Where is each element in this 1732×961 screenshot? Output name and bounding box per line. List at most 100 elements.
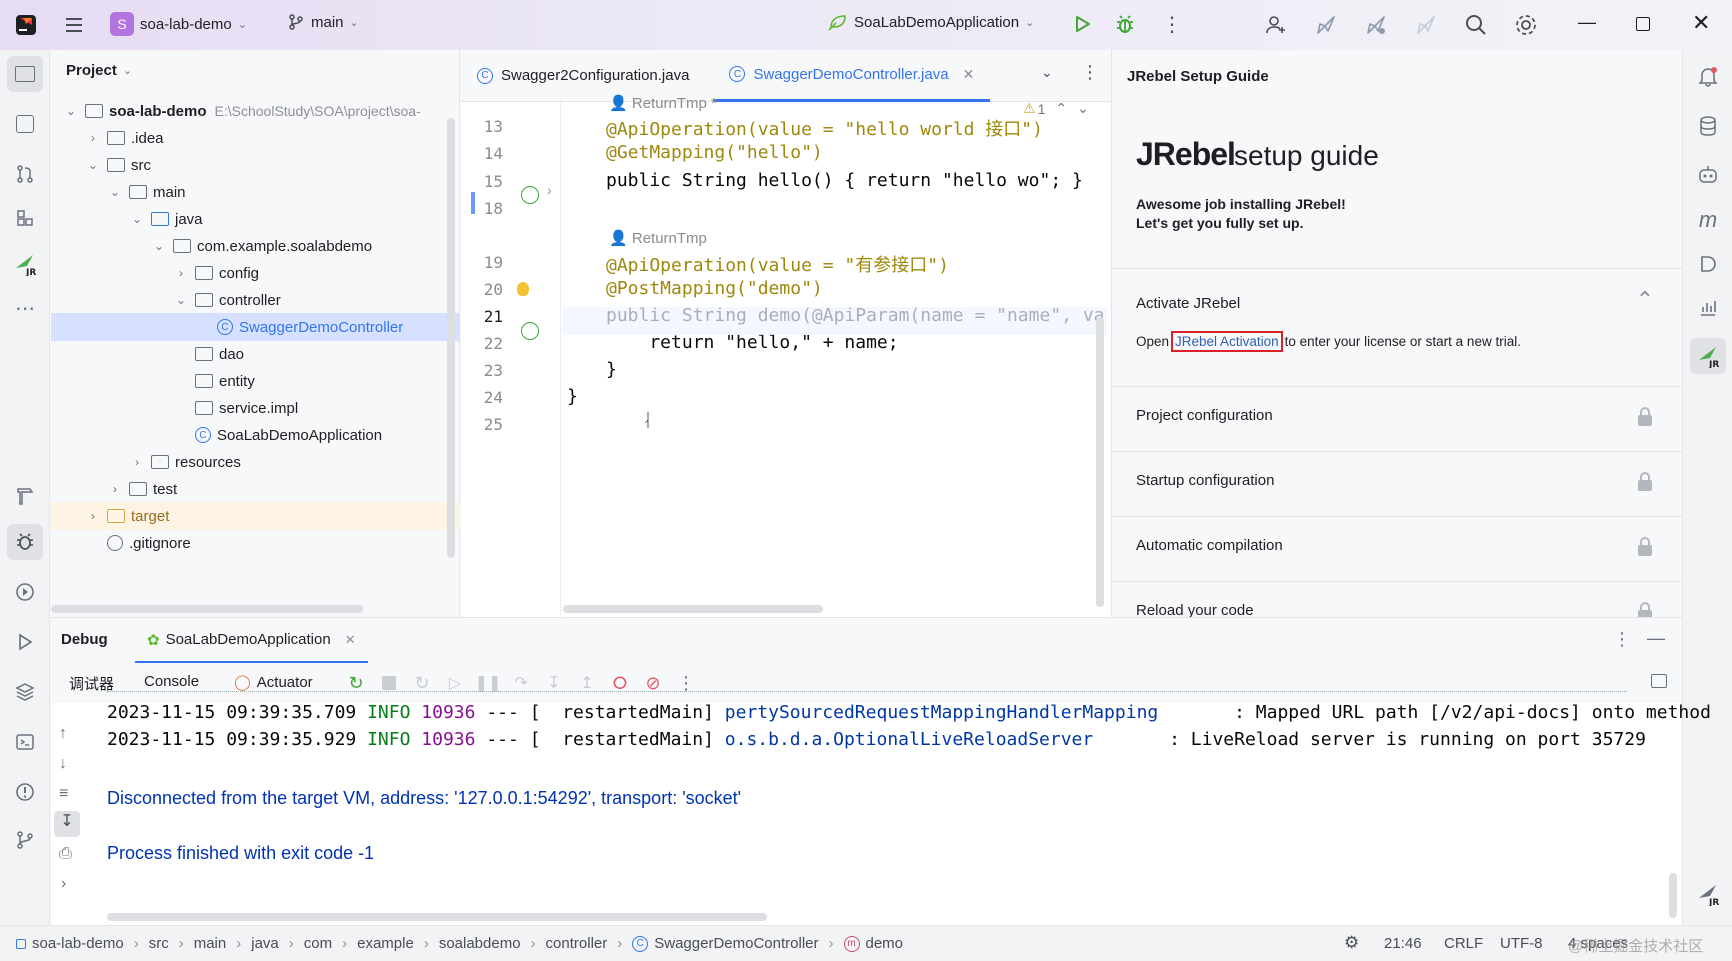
next-highlight-icon[interactable]: ⌄ [1077, 100, 1089, 117]
caret-position[interactable]: 21:46 [1384, 935, 1422, 952]
tree-item[interactable]: › test [51, 475, 460, 503]
web-endpoint-icon[interactable] [521, 186, 539, 204]
breadcrumb-item[interactable]: soa-lab-demo [16, 935, 124, 952]
print-icon[interactable]: ⎙ [59, 845, 72, 863]
chevron-right-icon[interactable]: › [173, 266, 189, 280]
console-horizontal-scrollbar[interactable] [107, 913, 767, 921]
scroll-to-end-icon[interactable]: ↧ [54, 811, 80, 837]
close-tab-icon[interactable]: ✕ [345, 632, 356, 648]
git-tool-button[interactable] [7, 822, 43, 858]
main-menu-icon[interactable] [62, 13, 86, 37]
chevron-down-icon[interactable]: ⌄ [107, 185, 123, 199]
code-line[interactable]: } [606, 359, 617, 380]
ai-status-icon[interactable]: ⚙ [1344, 933, 1359, 953]
coverage-button[interactable] [1690, 246, 1726, 282]
jrebel-debug-icon[interactable] [1364, 13, 1388, 37]
terminal-tool-button[interactable] [7, 724, 43, 760]
build-tool-button[interactable] [7, 478, 43, 514]
more-tools-button[interactable]: ⋯ [7, 290, 43, 326]
tree-item[interactable]: C SoaLabDemoApplication [51, 421, 460, 449]
run-icon[interactable] [1072, 14, 1092, 34]
chevron-right-icon[interactable]: › [107, 482, 123, 496]
startup-configuration-section[interactable]: Startup configuration [1112, 451, 1682, 516]
automatic-compilation-section[interactable]: Automatic compilation [1112, 516, 1682, 581]
breadcrumb-item[interactable]: java [251, 935, 279, 952]
ai-assistant-button[interactable] [1690, 156, 1726, 192]
problems-tool-button[interactable] [7, 774, 43, 810]
tree-horizontal-scrollbar[interactable] [51, 605, 363, 613]
subtab-actuator[interactable]: ◯ Actuator [234, 673, 313, 692]
breadcrumb-item[interactable]: com [304, 935, 332, 952]
collapse-chevron-icon[interactable]: ⌃ [1636, 287, 1654, 313]
branch-switcher[interactable]: main ⌄ [287, 13, 359, 31]
close-window-icon[interactable]: ✕ [1692, 10, 1710, 36]
expand-icon[interactable]: › [61, 875, 66, 893]
jrebel-activation-link[interactable]: JRebel Activation [1171, 331, 1283, 352]
chevron-down-icon[interactable]: ⌄ [129, 212, 145, 226]
search-icon[interactable] [1464, 13, 1488, 37]
breadcrumb-item[interactable]: src [149, 935, 169, 952]
services-tool-button[interactable] [7, 574, 43, 610]
subtab-console[interactable]: Console [144, 673, 199, 690]
tree-item[interactable]: ⌄ com.example.soalabdemo [51, 232, 460, 260]
chevron-down-icon[interactable]: ⌄ [85, 158, 101, 172]
console-output[interactable]: ↑ ↓ ≡ ↧ ⎙ › 2023-11-15 09:39:35.709 INFO… [51, 691, 1711, 925]
layers-tool-button[interactable] [7, 674, 43, 710]
previous-highlight-icon[interactable]: ⌃ [1055, 100, 1067, 117]
breadcrumb-item[interactable]: C SwaggerDemoController [632, 935, 819, 952]
commit-tool-button[interactable] [7, 106, 43, 142]
author-hint[interactable]: 👤 ReturnTmp [609, 229, 707, 247]
code-line[interactable]: @GetMapping("hello") [606, 142, 823, 163]
tree-item[interactable]: service.impl [51, 394, 460, 422]
settings-gear-icon[interactable] [1514, 13, 1538, 37]
tree-item[interactable]: ⌄ java [51, 205, 460, 233]
notifications-button[interactable] [1690, 58, 1726, 94]
debug-session-tab[interactable]: ✿ SoaLabDemoApplication ✕ [135, 618, 368, 664]
maximize-window-icon[interactable] [1636, 17, 1650, 31]
breadcrumb-item[interactable]: main [194, 935, 227, 952]
breadcrumb-item[interactable]: m demo [843, 935, 903, 952]
tabs-dropdown-icon[interactable]: ⌄ [1041, 64, 1053, 81]
soft-wrap-icon[interactable]: ≡ [59, 785, 68, 803]
code-line[interactable]: @ApiOperation(value = "hello world 接口") [606, 115, 1043, 141]
project-tool-button[interactable] [7, 56, 43, 92]
add-user-icon[interactable] [1264, 13, 1288, 37]
tree-item[interactable]: ⌄ controller [51, 286, 460, 314]
activate-title[interactable]: Activate JRebel [1136, 295, 1240, 312]
profiler-button[interactable] [1690, 290, 1726, 326]
console-vertical-scrollbar[interactable] [1669, 873, 1677, 918]
jrebel-run-icon[interactable] [1314, 13, 1338, 37]
tree-item[interactable]: ⌄ main [51, 178, 460, 206]
project-panel-header[interactable]: Project ⌄ [66, 62, 132, 79]
tabs-more-icon[interactable]: ⋮ [1081, 62, 1099, 83]
code-line[interactable]: return "hello," + name; [606, 332, 898, 353]
code-line[interactable]: @PostMapping("demo") [606, 278, 823, 299]
debug-tool-button[interactable] [7, 524, 43, 560]
breadcrumb-item[interactable]: soalabdemo [439, 935, 521, 952]
scroll-up-icon[interactable]: ↑ [59, 725, 67, 743]
chevron-right-icon[interactable]: › [85, 509, 101, 523]
chevron-down-icon[interactable]: ⌄ [63, 104, 79, 118]
jrebel-console-button[interactable]: JR [1690, 876, 1726, 912]
minimize-panel-icon[interactable]: — [1647, 628, 1665, 649]
tree-vertical-scrollbar[interactable] [447, 118, 455, 558]
reload-code-section[interactable]: Reload your code [1112, 581, 1682, 617]
code-line[interactable]: public String hello() { return "hello wo… [606, 170, 1083, 191]
panel-more-icon[interactable]: ⋮ [1613, 629, 1631, 650]
run-tool-button[interactable] [7, 624, 43, 660]
jrebel-tool-button[interactable]: JR [7, 246, 43, 282]
close-tab-icon[interactable]: ✕ [963, 66, 975, 83]
editor-horizontal-scrollbar[interactable] [563, 605, 823, 613]
more-actions-icon[interactable]: ⋮ [1162, 12, 1182, 37]
scroll-down-icon[interactable]: ↓ [59, 755, 67, 773]
line-separator[interactable]: CRLF [1444, 935, 1483, 952]
app-logo-icon[interactable] [14, 13, 38, 37]
database-button[interactable] [1690, 108, 1726, 144]
tree-item[interactable]: › config [51, 259, 460, 287]
editor-vertical-scrollbar[interactable] [1096, 317, 1104, 607]
tree-item[interactable]: ⌄ soa-lab-demo E:\SchoolStudy\SOA\project\… [51, 97, 460, 125]
web-endpoint-icon[interactable] [521, 322, 539, 340]
pull-requests-button[interactable] [7, 156, 43, 192]
intention-bulb-icon[interactable] [517, 282, 529, 296]
tree-item[interactable]: dao [51, 340, 460, 368]
